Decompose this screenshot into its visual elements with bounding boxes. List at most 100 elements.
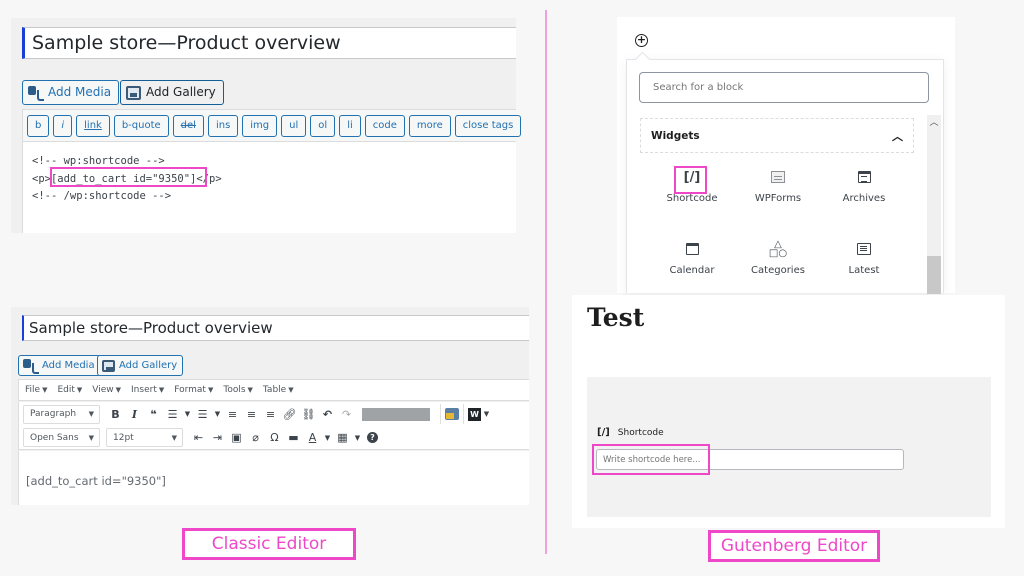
blockquote-icon[interactable]: ❝ bbox=[144, 408, 163, 421]
quicktag-li[interactable]: li bbox=[339, 114, 361, 137]
chevron-down-icon[interactable]: ▼ bbox=[322, 434, 333, 442]
inserter-scrollbar[interactable]: ︿ bbox=[927, 115, 941, 294]
redo-icon[interactable]: ↷ bbox=[337, 408, 356, 421]
scroll-up-icon[interactable]: ︿ bbox=[929, 115, 939, 128]
quicktag-img[interactable]: img bbox=[242, 114, 278, 137]
undo-icon[interactable]: ↶ bbox=[318, 408, 337, 421]
menu-format[interactable]: Format ▼ bbox=[174, 385, 213, 395]
word-plugin-icon[interactable]: W bbox=[468, 407, 481, 421]
chevron-down-icon[interactable]: ▼ bbox=[212, 410, 223, 418]
quicktag-del[interactable]: del bbox=[172, 114, 204, 137]
latest-posts-icon bbox=[857, 243, 871, 255]
visual-content-area[interactable]: [add_to_cart id="9350"] bbox=[18, 451, 529, 505]
add-media-label: Add Media bbox=[48, 85, 112, 99]
quicktag-ins[interactable]: ins bbox=[207, 114, 239, 137]
shortcode-input-highlight-box bbox=[592, 444, 710, 475]
quicktag-close-tags[interactable]: close tags bbox=[454, 114, 522, 137]
toolbar-row-1: Paragraph ▼ B I ❝ ☰ ▼ ☰ ▼ ≡ ≡ ≡ 🔗︎ ⛓︎ ↶ ↷ W… bbox=[18, 402, 529, 426]
post-title-input[interactable]: Sample store—Product overview bbox=[22, 315, 529, 341]
menu-insert[interactable]: Insert ▼ bbox=[131, 385, 164, 395]
inserter-popover: Widgets ︿ ︿ [/] Shortcode WPForms Archiv… bbox=[626, 59, 944, 294]
block-inserter-panel: + Widgets ︿ ︿ [/] Shortcode WPForms Arch… bbox=[617, 17, 955, 294]
font-family-select[interactable]: Open Sans ▼ bbox=[23, 428, 100, 447]
add-gallery-label: Add Gallery bbox=[119, 360, 178, 371]
widgets-category-toggle[interactable]: Widgets ︿ bbox=[640, 118, 914, 153]
unlink-icon[interactable]: ⛓︎ bbox=[299, 408, 318, 421]
horizontal-line-icon[interactable]: ▬ bbox=[284, 431, 303, 444]
html-text-area[interactable]: <!-- wp:shortcode --> <p>[add_to_cart id… bbox=[22, 142, 516, 233]
quicktag-ol[interactable]: ol bbox=[310, 114, 336, 137]
block-title: Shortcode bbox=[617, 427, 664, 438]
block-item-latest[interactable]: Latest bbox=[824, 237, 904, 276]
code-line: <!-- /wp:shortcode --> bbox=[32, 190, 172, 202]
paste-text-icon[interactable]: ▣ bbox=[227, 431, 246, 444]
toolbar-row-2: Open Sans ▼ 12pt ▼ ⇤ ⇥ ▣ ⌀ Ω ▬ A ▼ ▦ ▼ ? bbox=[18, 426, 529, 450]
align-center-icon[interactable]: ≡ bbox=[242, 408, 261, 421]
block-label: Calendar bbox=[669, 265, 715, 276]
add-gallery-label: Add Gallery bbox=[146, 85, 216, 99]
help-icon[interactable]: ? bbox=[367, 432, 378, 443]
quicktag-ul[interactable]: ul bbox=[281, 114, 307, 137]
outdent-icon[interactable]: ⇤ bbox=[189, 431, 208, 444]
menu-tools[interactable]: Tools ▼ bbox=[223, 385, 253, 395]
classic-editor-caption: Classic Editor bbox=[182, 528, 356, 560]
clear-formatting-icon[interactable]: ⌀ bbox=[246, 431, 265, 444]
insert-image-icon[interactable] bbox=[445, 408, 459, 420]
add-media-icon bbox=[23, 359, 39, 374]
quicktag-link[interactable]: link bbox=[76, 114, 110, 137]
indent-icon[interactable]: ⇥ bbox=[208, 431, 227, 444]
post-title[interactable]: Test bbox=[587, 303, 644, 332]
quicktag-code[interactable]: code bbox=[364, 114, 405, 137]
add-block-icon[interactable]: + bbox=[635, 34, 648, 47]
block-label: Categories bbox=[751, 265, 805, 276]
menu-edit[interactable]: Edit ▼ bbox=[57, 385, 82, 395]
toolbar-separator bbox=[440, 404, 441, 424]
add-gallery-button[interactable]: Add Gallery bbox=[120, 80, 224, 105]
add-media-button[interactable]: Add Media bbox=[18, 355, 101, 376]
menu-table[interactable]: Table ▼ bbox=[263, 385, 294, 395]
quicktag-italic[interactable]: i bbox=[53, 114, 73, 137]
quicktag-bold[interactable]: b bbox=[27, 114, 50, 137]
font-size-select[interactable]: 12pt ▼ bbox=[106, 428, 183, 447]
block-search-input[interactable] bbox=[639, 72, 929, 103]
shortcode-block[interactable]: [/] Shortcode bbox=[587, 377, 991, 517]
special-character-icon[interactable]: Ω bbox=[265, 431, 284, 444]
block-label: Latest bbox=[848, 265, 880, 276]
chevron-down-icon[interactable]: ▼ bbox=[182, 410, 193, 418]
shortcode-highlight-box bbox=[674, 166, 707, 194]
align-right-icon[interactable]: ≡ bbox=[261, 408, 280, 421]
chevron-down-icon[interactable]: ▼ bbox=[352, 434, 363, 442]
toolbar-separator bbox=[463, 404, 464, 424]
numbered-list-icon[interactable]: ☰ bbox=[193, 408, 212, 421]
archives-icon bbox=[857, 171, 871, 183]
chevron-down-icon[interactable]: ▼ bbox=[481, 410, 492, 418]
bold-icon[interactable]: B bbox=[106, 408, 125, 421]
italic-icon[interactable]: I bbox=[125, 408, 144, 421]
block-item-wpforms[interactable]: WPForms bbox=[738, 165, 818, 204]
block-item-categories[interactable]: △ □○ Categories bbox=[738, 237, 818, 277]
block-label: Shortcode bbox=[666, 193, 718, 204]
add-gallery-button[interactable]: Add Gallery bbox=[97, 355, 184, 376]
quicktag-more[interactable]: more bbox=[408, 114, 451, 137]
menu-file[interactable]: File ▼ bbox=[25, 385, 47, 395]
classic-visual-editor-panel: Sample store—Product overview Add Media … bbox=[11, 307, 529, 505]
gutenberg-editor-caption: Gutenberg Editor bbox=[708, 530, 880, 562]
gallery-icon bbox=[102, 359, 115, 372]
text-color-icon[interactable]: A bbox=[303, 431, 322, 444]
add-media-button[interactable]: Add Media bbox=[22, 80, 120, 105]
quicktag-blockquote[interactable]: b-quote bbox=[113, 114, 169, 137]
bullet-list-icon[interactable]: ☰ bbox=[163, 408, 182, 421]
quicktags-toolbar: b i link b-quote del ins img ul ol li co… bbox=[22, 109, 522, 142]
block-item-archives[interactable]: Archives bbox=[824, 165, 904, 204]
format-select[interactable]: Paragraph ▼ bbox=[23, 404, 100, 424]
editor-menubar: File ▼ Edit ▼ View ▼ Insert ▼ Format ▼ Tools ▼… bbox=[18, 379, 529, 401]
scrollbar-thumb[interactable] bbox=[927, 256, 941, 294]
post-title-input[interactable]: Sample store—Product overview bbox=[22, 27, 516, 59]
shortcode-icon: [/] bbox=[597, 427, 610, 438]
block-item-calendar[interactable]: Calendar bbox=[652, 237, 732, 276]
table-icon[interactable]: ▦ bbox=[333, 431, 352, 444]
calendar-icon bbox=[685, 243, 699, 255]
align-left-icon[interactable]: ≡ bbox=[223, 408, 242, 421]
link-icon[interactable]: 🔗︎ bbox=[280, 408, 299, 421]
menu-view[interactable]: View ▼ bbox=[92, 385, 121, 395]
